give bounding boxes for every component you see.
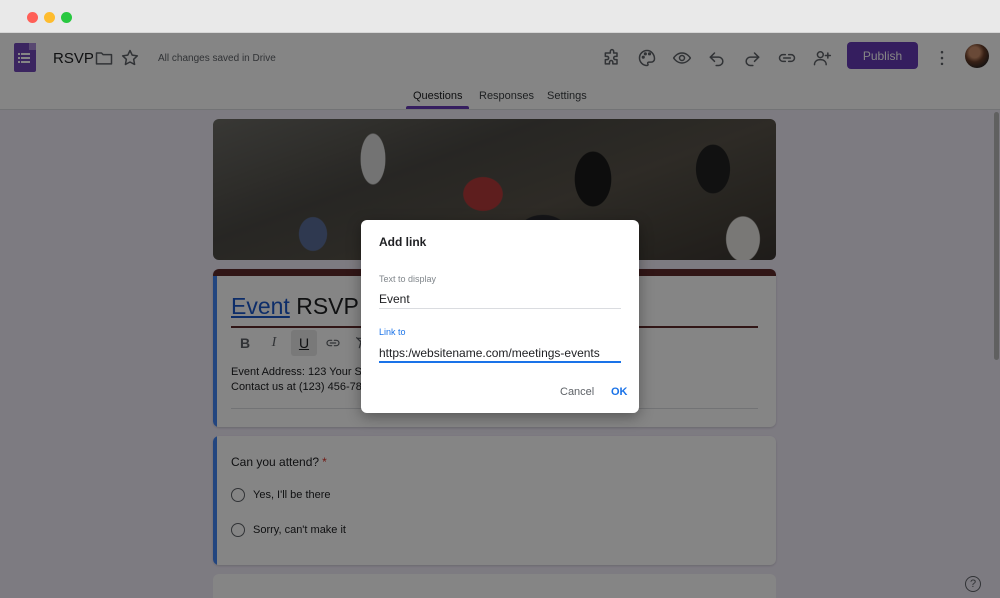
dialog-title: Add link bbox=[379, 235, 427, 249]
minimize-window-button[interactable] bbox=[44, 12, 55, 23]
ok-button[interactable]: OK bbox=[611, 386, 628, 398]
text-to-display-label: Text to display bbox=[379, 274, 437, 284]
link-input-underline bbox=[379, 361, 621, 363]
text-to-display-input[interactable] bbox=[379, 289, 621, 309]
close-window-button[interactable] bbox=[27, 12, 38, 23]
add-link-dialog: Add link Text to display Link to Cancel … bbox=[361, 220, 639, 413]
cancel-button[interactable]: Cancel bbox=[560, 386, 594, 398]
window-titlebar bbox=[0, 0, 1000, 33]
link-url-input[interactable] bbox=[379, 343, 621, 363]
maximize-window-button[interactable] bbox=[61, 12, 72, 23]
text-input-underline bbox=[379, 308, 621, 309]
link-to-label: Link to bbox=[379, 327, 406, 337]
